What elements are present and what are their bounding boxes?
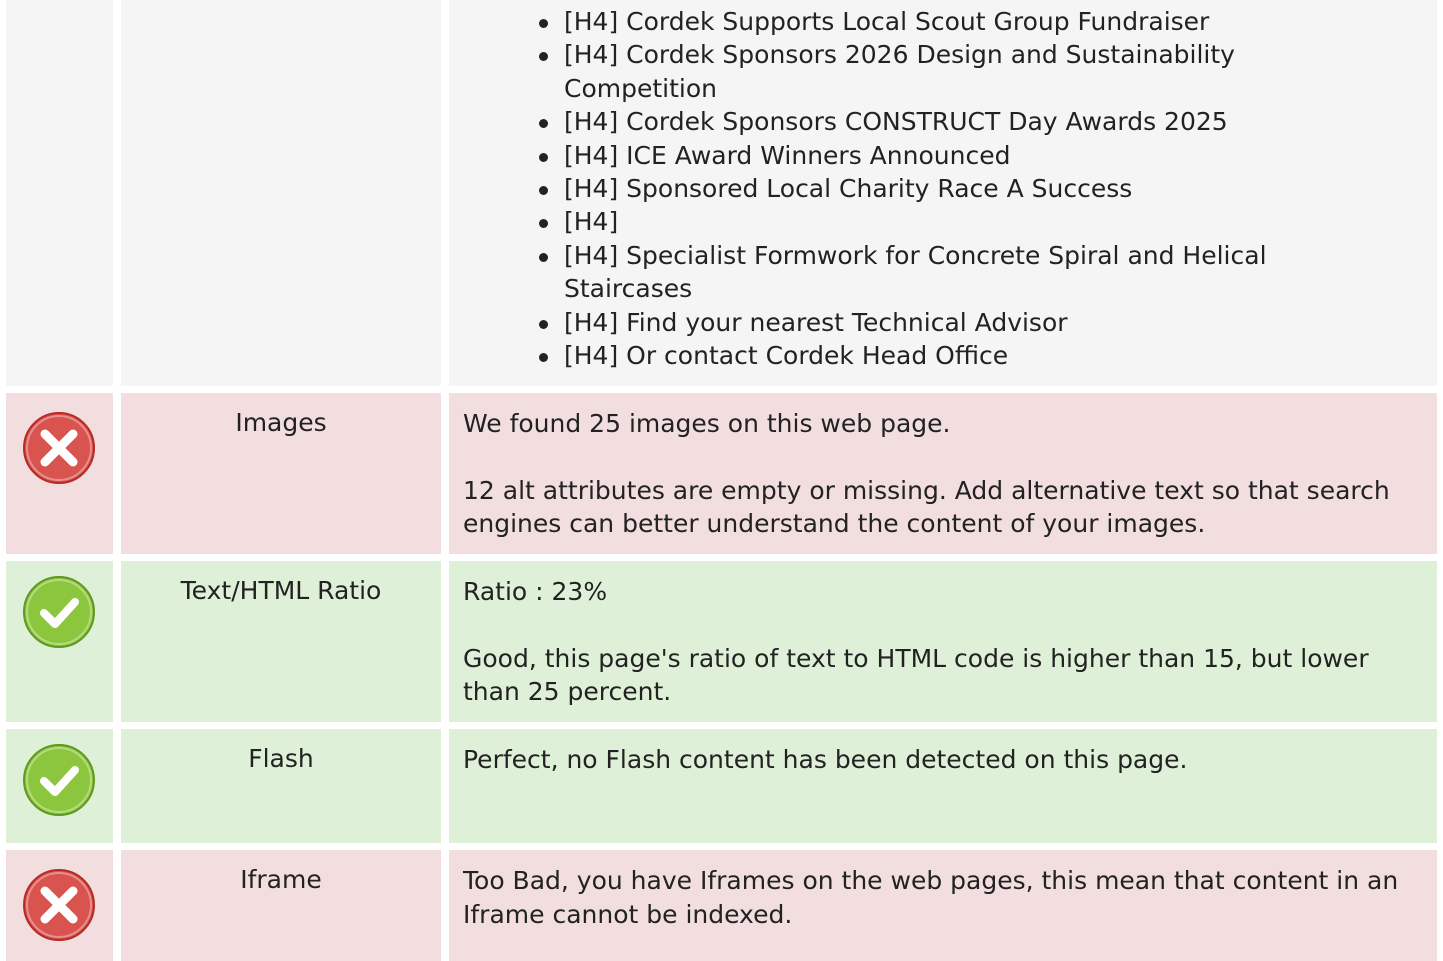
headings-label-cell [121,0,441,386]
iframe-message: Too Bad, you have Iframes on the web pag… [463,866,1399,929]
images-detail: 12 alt attributes are empty or missing. … [463,475,1390,539]
heading-item: [H4] Cordek Supports Local Scout Group F… [537,5,1337,38]
iframe-row: Iframe Too Bad, you have Iframes on the … [0,850,1443,961]
flash-label-cell: Flash [121,729,441,843]
heading-item: [H4] Cordek Sponsors 2026 Design and Sus… [537,38,1337,105]
headings-content-cell: [H4] Cordek Supports Local Scout Group F… [449,0,1437,386]
iframe-icon-cell [6,850,113,961]
images-icon-cell [6,393,113,554]
flash-row: Flash Perfect, no Flash content has been… [0,729,1443,843]
ratio-label: Text/HTML Ratio [180,576,382,605]
iframe-label: Iframe [240,865,322,894]
images-label-cell: Images [121,393,441,554]
heading-item: [H4] [537,205,1337,238]
ratio-detail: Good, this page's ratio of text to HTML … [463,643,1369,707]
error-cross-icon [23,412,95,484]
images-row: Images We found 25 images on this web pa… [0,393,1443,554]
heading-item: [H4] ICE Award Winners Announced [537,139,1337,172]
heading-item: [H4] Cordek Sponsors CONSTRUCT Day Award… [537,105,1337,138]
ratio-row: Text/HTML Ratio Ratio : 23% Good, this p… [0,561,1443,722]
flash-content-cell: Perfect, no Flash content has been detec… [449,729,1437,843]
flash-message: Perfect, no Flash content has been detec… [463,745,1188,774]
heading-item: [H4] Specialist Formwork for Concrete Sp… [537,239,1337,306]
ratio-value: Ratio : 23% [463,577,608,606]
headings-list: [H4] Cordek Supports Local Scout Group F… [537,5,1337,372]
flash-icon-cell [6,729,113,843]
heading-item: [H4] Sponsored Local Charity Race A Succ… [537,172,1337,205]
images-content-cell: We found 25 images on this web page. 12 … [449,393,1437,554]
ratio-icon-cell [6,561,113,722]
headings-icon-cell [6,0,113,386]
error-cross-icon [23,869,95,941]
images-summary: We found 25 images on this web page. [463,409,951,438]
flash-label: Flash [248,744,314,773]
images-label: Images [235,408,327,437]
heading-item: [H4] Find your nearest Technical Advisor [537,306,1337,339]
headings-row: [H4] Cordek Supports Local Scout Group F… [0,0,1443,386]
ratio-content-cell: Ratio : 23% Good, this page's ratio of t… [449,561,1437,722]
ratio-label-cell: Text/HTML Ratio [121,561,441,722]
heading-item: [H4] Or contact Cordek Head Office [537,339,1337,372]
iframe-label-cell: Iframe [121,850,441,961]
success-check-icon [23,744,95,816]
seo-report: [H4] Cordek Supports Local Scout Group F… [0,0,1443,961]
iframe-content-cell: Too Bad, you have Iframes on the web pag… [449,850,1437,961]
success-check-icon [23,576,95,648]
